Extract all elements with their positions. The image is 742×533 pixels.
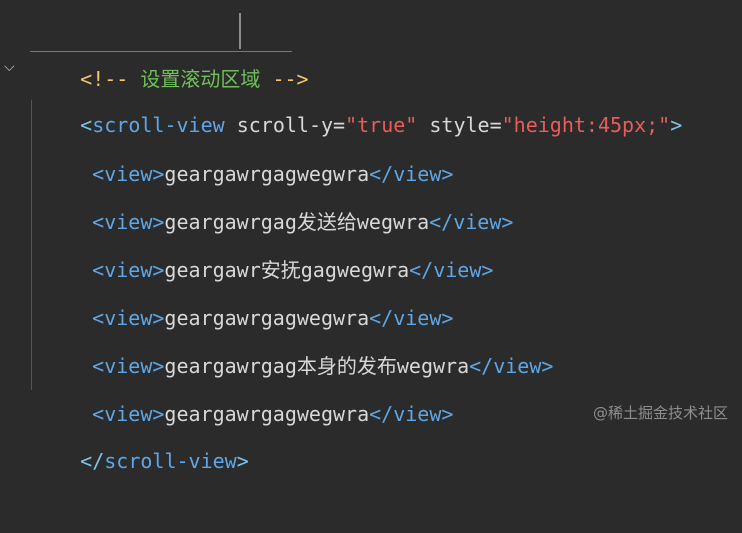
watermark: @稀土掘金技术社区 [592, 404, 728, 422]
chevron-down-icon[interactable]: ⌵ [4, 60, 18, 74]
tag-bracket: > [670, 113, 683, 137]
attr-value: "height:45px;" [501, 113, 671, 137]
tag-bracket: > [236, 449, 249, 473]
code-line-view[interactable]: <view>geargawr安抚gagwegwra</view> [44, 198, 493, 282]
text-cursor [239, 13, 241, 49]
code-line-view[interactable]: <view>geargawrgag发送给wegwra</view> [44, 150, 513, 234]
code-line-comment[interactable]: <!-- 设置滚动区域 --> [32, 7, 308, 91]
view-close-tag: </view> [369, 402, 454, 426]
code-line-view[interactable]: <view>geargawrgagwegwra</view> [44, 246, 453, 330]
code-line-view[interactable]: <view>geargawrgagwegwra</view> [44, 342, 453, 426]
tag-name: scroll-view [104, 449, 237, 473]
code-line-view[interactable]: <view>geargawrgag本身的发布wegwra</view> [44, 294, 553, 378]
view-close-tag: </view> [469, 354, 554, 378]
tag-bracket: </ [80, 449, 105, 473]
code-line-view[interactable]: <view>geargawrgagwegwra</view> [44, 102, 453, 186]
code-line-scroll-view-open[interactable]: <scroll-view scroll-y="true" style="heig… [32, 53, 682, 137]
code-editor[interactable]: ⌵ <!-- 设置滚动区域 --> <scroll-view scroll-y=… [0, 0, 742, 473]
code-line-scroll-view-close[interactable]: </scroll-view> [32, 389, 249, 473]
comment-underline [30, 51, 292, 52]
